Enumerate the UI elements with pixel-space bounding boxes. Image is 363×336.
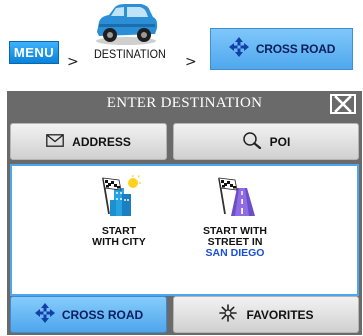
magnifier-icon [242, 131, 262, 152]
close-icon [332, 96, 354, 112]
breadcrumb-separator: > [185, 54, 197, 70]
start-with-city-option[interactable]: START WITH CITY [64, 172, 174, 282]
cross-road-button-label: CROSS ROAD [61, 307, 144, 322]
start-with-street-option[interactable]: START WITH STREET IN SAN DIEGO [180, 172, 290, 282]
close-button[interactable] [330, 94, 356, 114]
asterisk-star-icon [218, 303, 238, 326]
option-city-line2: WITH CITY [92, 236, 146, 248]
enter-destination-dialog: ENTER DESTINATION ADDRESS POI START WITH… [7, 91, 362, 335]
crosshair-arrows-icon [228, 36, 250, 63]
breadcrumb-cross-road-label: CROSS ROAD [255, 42, 336, 56]
crosshair-arrows-icon [34, 302, 56, 327]
favorites-button[interactable]: FAVORITES [173, 296, 359, 333]
address-button-label: ADDRESS [72, 134, 131, 149]
poi-button[interactable]: POI [173, 123, 359, 160]
breadcrumb-destination[interactable]: DESTINATION [94, 44, 166, 64]
street-flag-icon [213, 174, 257, 218]
option-street-city: SAN DIEGO [205, 247, 265, 259]
favorites-button-label: FAVORITES [246, 307, 314, 322]
address-button[interactable]: ADDRESS [10, 123, 167, 160]
car-icon [91, 2, 161, 46]
dialog-title-bar: ENTER DESTINATION [7, 91, 362, 115]
envelope-icon [46, 133, 65, 150]
breadcrumb-cross-road[interactable]: CROSS ROAD [210, 28, 353, 70]
city-flag-icon [97, 174, 141, 218]
breadcrumb-menu[interactable]: MENU [9, 41, 59, 64]
dialog-title: ENTER DESTINATION [106, 94, 263, 111]
cross-road-button[interactable]: CROSS ROAD [10, 296, 167, 333]
destination-options-panel: START WITH CITY START WITH STREET IN SAN… [10, 164, 359, 296]
poi-button-label: POI [269, 134, 291, 149]
breadcrumb-separator: > [67, 54, 79, 70]
